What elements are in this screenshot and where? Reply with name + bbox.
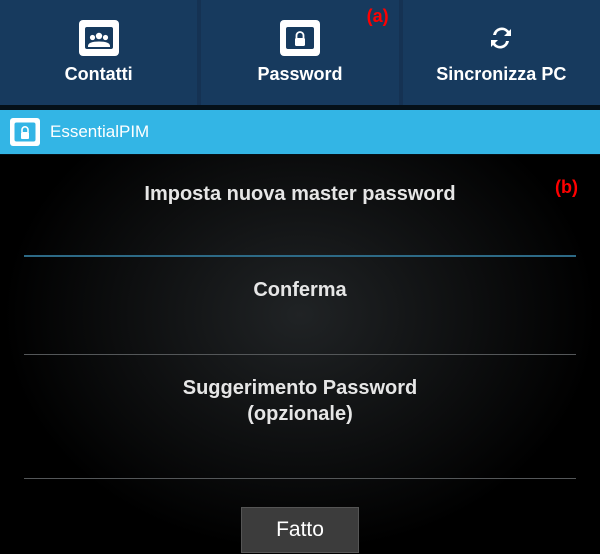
- toolbar-label-password: Password: [257, 64, 342, 85]
- confirm-label: Conferma: [24, 277, 576, 303]
- lock-icon: [280, 20, 320, 56]
- contacts-icon: [79, 20, 119, 56]
- marker-b: (b): [555, 177, 578, 198]
- password-form: (b) Imposta nuova master password Confer…: [0, 155, 600, 554]
- app-title: EssentialPIM: [50, 122, 149, 142]
- toolbar-label-sync: Sincronizza PC: [436, 64, 566, 85]
- hint-label-line1: Suggerimento Password: [24, 375, 576, 401]
- confirm-password-input[interactable]: [24, 315, 576, 355]
- titlebar: EssentialPIM: [0, 105, 600, 155]
- done-button[interactable]: Fatto: [241, 507, 359, 553]
- master-password-input[interactable]: [24, 217, 576, 257]
- toolbar-item-sync[interactable]: Sincronizza PC: [403, 0, 600, 105]
- toolbar-item-contacts[interactable]: Contatti: [0, 0, 197, 105]
- master-password-block: Imposta nuova master password: [24, 181, 576, 257]
- hint-input[interactable]: [24, 439, 576, 479]
- hint-block: Suggerimento Password (opzionale): [24, 375, 576, 479]
- master-password-label: Imposta nuova master password: [24, 181, 576, 207]
- sync-icon: [484, 20, 518, 56]
- toolbar-item-password[interactable]: (a) Password: [201, 0, 398, 105]
- hint-label-line2: (opzionale): [24, 401, 576, 427]
- toolbar-label-contacts: Contatti: [65, 64, 133, 85]
- top-toolbar: Contatti (a) Password Sincronizza PC: [0, 0, 600, 105]
- app-lock-icon: [10, 118, 40, 146]
- confirm-block: Conferma: [24, 277, 576, 355]
- marker-a: (a): [367, 6, 389, 27]
